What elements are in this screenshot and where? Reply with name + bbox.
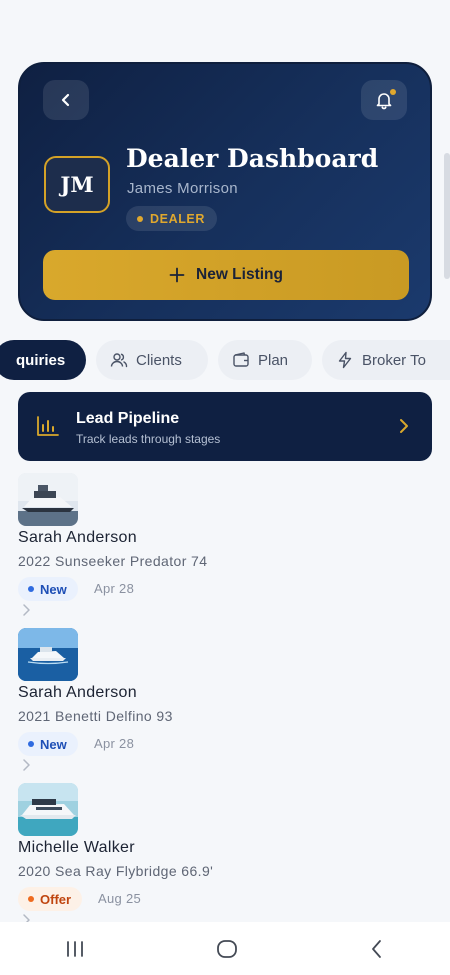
status-dot	[28, 741, 34, 747]
status-badge: New	[18, 577, 78, 601]
role-badge: DEALER	[126, 206, 217, 231]
list-item[interactable]: Sarah Anderson 2022 Sunseeker Predator 7…	[18, 473, 432, 623]
status-badge: Offer	[18, 887, 83, 911]
pipeline-title: Lead Pipeline	[76, 410, 180, 427]
client-name: Michelle Walker	[18, 839, 135, 856]
yacht-thumbnail	[18, 628, 78, 681]
scrollbar[interactable]	[444, 153, 450, 279]
yacht-title: 2021 Benetti Delfino 93	[18, 708, 173, 724]
notifications-button[interactable]	[361, 80, 407, 120]
avatar: JM	[44, 156, 110, 213]
system-nav-bar	[0, 922, 450, 975]
yacht-thumbnail	[18, 783, 78, 836]
lead-pipeline-card[interactable]: Lead Pipeline Track leads through stages	[18, 392, 432, 461]
users-icon	[110, 353, 128, 368]
role-badge-label: DEALER	[150, 211, 205, 226]
chevron-right-icon	[23, 604, 30, 616]
status-dot	[28, 586, 34, 592]
tab-inquiries[interactable]: quiries	[0, 340, 86, 380]
dashboard-header-card: JM Dealer Dashboard James Morrison DEALE…	[18, 62, 432, 321]
role-dot	[137, 215, 143, 222]
inquiry-date: Apr 28	[94, 736, 135, 751]
client-name: Sarah Anderson	[18, 529, 137, 546]
tab-label: quiries	[16, 351, 66, 369]
new-listing-label: New Listing	[196, 266, 283, 283]
notification-dot	[390, 89, 396, 95]
back-button[interactable]	[43, 80, 89, 120]
status-label: New	[40, 736, 67, 752]
inquiry-date: Apr 28	[94, 581, 135, 596]
chevron-left-icon	[61, 93, 70, 107]
yacht-thumbnail	[18, 473, 78, 526]
recent-apps-icon[interactable]	[64, 939, 86, 959]
new-listing-button[interactable]: New Listing	[43, 250, 409, 300]
plus-icon	[169, 267, 185, 283]
home-icon[interactable]	[215, 938, 239, 960]
status-badge: New	[18, 732, 78, 756]
tab-clients[interactable]: Clients	[96, 340, 208, 380]
lightning-icon	[338, 351, 352, 369]
tab-label: Plan	[258, 351, 289, 369]
tab-label: Clients	[136, 351, 182, 369]
status-label: Offer	[40, 891, 72, 907]
status-dot	[28, 896, 34, 902]
user-name: James Morrison	[127, 180, 238, 197]
chevron-right-icon	[400, 419, 408, 433]
tab-label: Broker To	[362, 351, 426, 369]
yacht-title: 2022 Sunseeker Predator 74	[18, 553, 208, 569]
back-nav-icon[interactable]	[368, 938, 386, 960]
client-name: Sarah Anderson	[18, 684, 137, 701]
list-item[interactable]: Michelle Walker 2020 Sea Ray Flybridge 6…	[18, 783, 432, 933]
tab-broker-tools[interactable]: Broker To	[322, 340, 450, 380]
tab-bar: quiries Clients Plan Broker To	[0, 338, 450, 382]
inquiry-date: Aug 25	[98, 891, 142, 906]
bar-chart-icon	[37, 416, 59, 436]
page-title: Dealer Dashboard	[126, 144, 379, 173]
pipeline-subtitle: Track leads through stages	[76, 432, 221, 446]
yacht-title: 2020 Sea Ray Flybridge 66.9'	[18, 863, 214, 879]
chevron-right-icon	[23, 759, 30, 771]
list-item[interactable]: Sarah Anderson 2021 Benetti Delfino 93 N…	[18, 628, 432, 778]
wallet-icon	[233, 352, 249, 367]
tab-plan[interactable]: Plan	[218, 340, 312, 380]
status-label: New	[40, 581, 67, 597]
